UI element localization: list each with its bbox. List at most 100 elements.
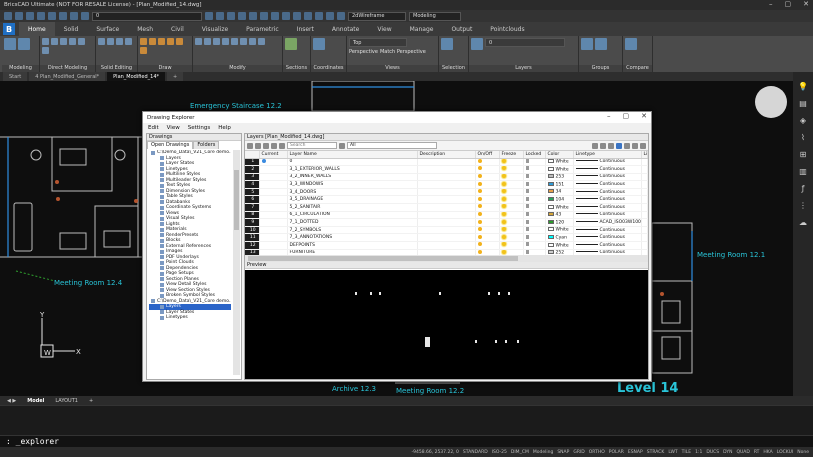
unlock-icon[interactable] [525, 242, 529, 247]
sun-icon[interactable] [81, 12, 89, 20]
unlock-icon[interactable] [525, 166, 529, 171]
push-pull-icon[interactable] [42, 38, 49, 45]
scroll-thumb[interactable] [234, 170, 239, 230]
rectangle-icon[interactable] [176, 38, 183, 45]
current-cell[interactable] [259, 158, 288, 167]
tool-icon[interactable] [632, 142, 638, 149]
tool-icon[interactable] [315, 12, 323, 20]
undo-icon[interactable] [48, 12, 56, 20]
lineweight-cell[interactable] [641, 180, 648, 189]
column-header[interactable]: Color [545, 151, 574, 159]
status-toggle-quad[interactable]: QUAD [736, 450, 749, 455]
status-toggle-esnap[interactable]: ESNAP [628, 450, 643, 455]
layer-name-cell[interactable]: 0 [287, 158, 418, 167]
current-cell[interactable] [259, 241, 288, 250]
status-toggle-grid[interactable]: GRID [573, 450, 584, 455]
linetype-cell[interactable]: Continuous [573, 158, 642, 167]
freeze-cell[interactable] [499, 165, 524, 174]
freeze-cell[interactable] [499, 233, 524, 243]
box-icon[interactable] [4, 38, 16, 50]
sun-icon[interactable] [501, 249, 506, 254]
nav-arrows-icon[interactable]: ◀ ▶ [3, 398, 20, 404]
locked-cell[interactable] [523, 226, 546, 235]
layer-name-cell[interactable]: 5_2_SANITAIR [287, 203, 418, 212]
grid-view-icon[interactable] [616, 142, 622, 149]
unlock-icon[interactable] [525, 158, 529, 163]
bulb-on-icon[interactable] [477, 166, 482, 171]
layer-name-cell[interactable]: 7_1_DOTTED [287, 218, 418, 227]
current-cell[interactable] [259, 165, 288, 174]
color-cell[interactable]: Cyan [545, 233, 574, 243]
column-header[interactable]: On/Off [475, 151, 500, 159]
status-toggle-strack[interactable]: STRACK [647, 450, 665, 455]
attach-icon[interactable]: ⌇ [798, 133, 808, 143]
open-icon[interactable] [15, 12, 23, 20]
minimize-icon[interactable]: – [769, 0, 773, 8]
color-cell[interactable]: White [545, 158, 574, 167]
tree-scrollbar[interactable] [233, 150, 240, 375]
tool-icon[interactable] [238, 12, 246, 20]
color-cell[interactable]: White [545, 241, 574, 250]
current-cell[interactable] [259, 233, 288, 243]
tool-icon[interactable] [271, 12, 279, 20]
on-off-cell[interactable] [475, 211, 500, 220]
new-layer-icon[interactable] [247, 142, 253, 149]
table-row[interactable]: 5 3_4_DOORS 34 Continuous [245, 188, 648, 197]
cloud-icon[interactable]: ☁ [798, 218, 808, 228]
linetype-cell[interactable]: Continuous [573, 203, 642, 212]
layer-search-input[interactable]: Search [287, 142, 337, 149]
freeze-cell[interactable] [499, 158, 524, 167]
rotate-face-icon[interactable] [60, 38, 67, 45]
layer-dropdown[interactable]: 0 [92, 11, 202, 21]
color-cell[interactable]: White [545, 226, 574, 235]
description-cell[interactable] [417, 211, 476, 220]
status-toggle-dyn[interactable]: DYN [723, 450, 732, 455]
color-cell[interactable]: 43 [545, 211, 574, 220]
menu-settings[interactable]: Settings [188, 125, 211, 131]
column-header[interactable]: Lin [641, 151, 648, 159]
color-cell[interactable]: 253 [545, 173, 574, 182]
bulb-on-icon[interactable] [477, 242, 482, 247]
perspective-toggle[interactable]: Perspective [349, 49, 378, 55]
refresh-icon[interactable] [279, 142, 285, 149]
move-icon[interactable] [195, 38, 202, 45]
bulb-on-icon[interactable] [477, 234, 482, 239]
status-toggle-polar[interactable]: POLAR [609, 450, 624, 455]
current-cell[interactable] [259, 173, 288, 182]
table-row[interactable]: 10 7_2_SYMBOLS White Continuous [245, 226, 648, 235]
document-tab[interactable]: Start [3, 72, 28, 81]
linetype-cell[interactable]: Continuous [573, 241, 642, 250]
layer-combo[interactable]: 0 [485, 38, 565, 47]
document-tab[interactable]: Plan_Modified_14* [107, 72, 166, 81]
on-off-cell[interactable] [475, 233, 500, 243]
bulb-on-icon[interactable] [477, 211, 482, 216]
locked-cell[interactable] [523, 165, 546, 174]
status-toggle-lockui[interactable]: LOCKUI [777, 450, 793, 455]
tool-icon[interactable] [205, 12, 213, 20]
locked-cell[interactable] [523, 195, 546, 205]
tab-home[interactable]: Home [19, 22, 55, 36]
status-toggle-standard[interactable]: STANDARD [463, 450, 488, 455]
bulb-on-icon[interactable] [477, 219, 482, 224]
purge-icon[interactable] [263, 142, 269, 149]
lineweight-cell[interactable] [641, 211, 648, 220]
unlock-icon[interactable] [525, 227, 529, 232]
add-layout-icon[interactable]: + [85, 398, 97, 404]
on-off-cell[interactable] [475, 226, 500, 235]
section-plane-icon[interactable] [285, 38, 297, 50]
sun-icon[interactable] [501, 227, 506, 232]
view-dropdown[interactable]: Top [349, 38, 407, 47]
sun-icon[interactable] [501, 166, 506, 171]
on-off-cell[interactable] [475, 173, 500, 182]
description-cell[interactable] [417, 203, 476, 212]
column-header[interactable]: Current [259, 151, 288, 159]
command-line[interactable]: : _explorer [0, 435, 813, 447]
tree-item[interactable]: C:\Demo_Data\_V21_Core demo... [149, 299, 231, 305]
filter-icon[interactable] [339, 142, 345, 149]
scroll-thumb[interactable] [248, 256, 518, 261]
tab-annotate[interactable]: Annotate [323, 22, 368, 36]
table-row[interactable]: 3 3_2_INNER_WALLS 253 Continuous [245, 173, 648, 182]
table-row[interactable]: 8 6_1_CIRCULATION 43 Continuous [245, 211, 648, 220]
workspace-dropdown[interactable]: Modeling [409, 11, 461, 21]
description-cell[interactable] [417, 158, 476, 167]
